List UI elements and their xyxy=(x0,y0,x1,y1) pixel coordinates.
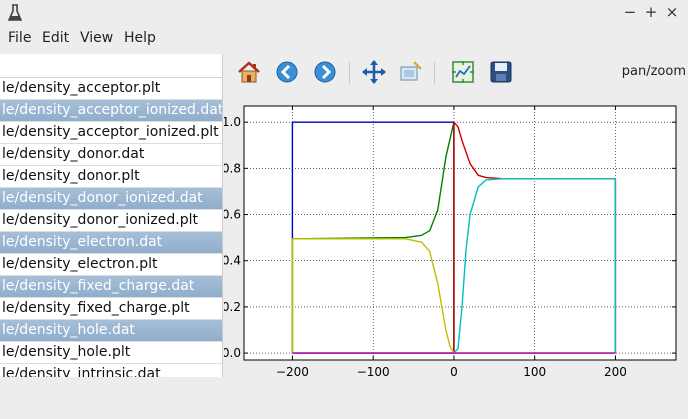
zoom-icon[interactable] xyxy=(398,59,424,85)
y-tick-label: 0.6 xyxy=(224,208,241,222)
y-tick-label: 0.0 xyxy=(224,346,241,360)
plot-canvas[interactable]: −200 −100 0 100 200 0.0 0.2 0.4 0.6 0.8 1.0 xyxy=(224,92,686,392)
x-tick-label: −100 xyxy=(357,365,390,379)
maximize-button[interactable]: + xyxy=(641,2,661,22)
menu-file[interactable]: File xyxy=(8,30,31,46)
file-list-item[interactable]: le/density_intrinsic.dat xyxy=(0,364,222,377)
pan-icon[interactable] xyxy=(361,59,387,85)
file-list-item[interactable]: le/density_donor.plt xyxy=(0,166,222,188)
subplots-icon[interactable] xyxy=(450,59,476,85)
mode-label: pan/zoom xyxy=(621,64,686,79)
file-list-item[interactable]: le/density_acceptor.plt xyxy=(0,78,222,100)
y-tick-label: 0.8 xyxy=(224,161,241,175)
file-list-item[interactable]: le/density_acceptor_ionized.dat xyxy=(0,100,222,122)
close-button[interactable]: × xyxy=(662,2,682,22)
menu-help[interactable]: Help xyxy=(124,30,156,46)
y-tick-label: 0.2 xyxy=(224,300,241,314)
file-list-item[interactable]: le/density_donor_ionized.plt xyxy=(0,210,222,232)
save-icon[interactable] xyxy=(488,59,514,85)
file-list-item[interactable]: le/density_donor_ionized.dat xyxy=(0,188,222,210)
y-tick-label: 1.0 xyxy=(224,115,241,129)
x-tick-label: 200 xyxy=(604,365,627,379)
plot-toolbar: pan/zoom xyxy=(224,54,688,90)
x-tick-label: 100 xyxy=(523,365,546,379)
flask-icon xyxy=(8,4,22,21)
back-icon[interactable] xyxy=(274,59,300,85)
menu-edit[interactable]: Edit xyxy=(42,30,69,46)
file-list-header xyxy=(0,54,222,78)
toolbar-separator xyxy=(434,62,435,84)
file-list-item[interactable]: le/density_donor.dat xyxy=(0,144,222,166)
toolbar-separator xyxy=(349,62,350,84)
file-list-item[interactable]: le/density_acceptor_ionized.plt xyxy=(0,122,222,144)
x-tick-label: −200 xyxy=(276,365,309,379)
file-list-item[interactable]: le/density_electron.plt xyxy=(0,254,222,276)
y-tick-label: 0.4 xyxy=(224,254,241,268)
file-list-item[interactable]: le/density_hole.dat xyxy=(0,320,222,342)
forward-icon[interactable] xyxy=(312,59,338,85)
title-bar: − + × xyxy=(0,0,688,26)
x-tick-label: 0 xyxy=(450,365,458,379)
minimize-button[interactable]: − xyxy=(620,2,640,22)
file-list-item[interactable]: le/density_fixed_charge.plt xyxy=(0,298,222,320)
menu-view[interactable]: View xyxy=(80,30,113,46)
file-list-item[interactable]: le/density_fixed_charge.dat xyxy=(0,276,222,298)
home-icon[interactable] xyxy=(236,59,262,85)
file-list[interactable]: le/density_acceptor.plt le/density_accept… xyxy=(0,54,223,377)
file-list-item[interactable]: le/density_hole.plt xyxy=(0,342,222,364)
file-list-item[interactable]: le/density_electron.dat xyxy=(0,232,222,254)
